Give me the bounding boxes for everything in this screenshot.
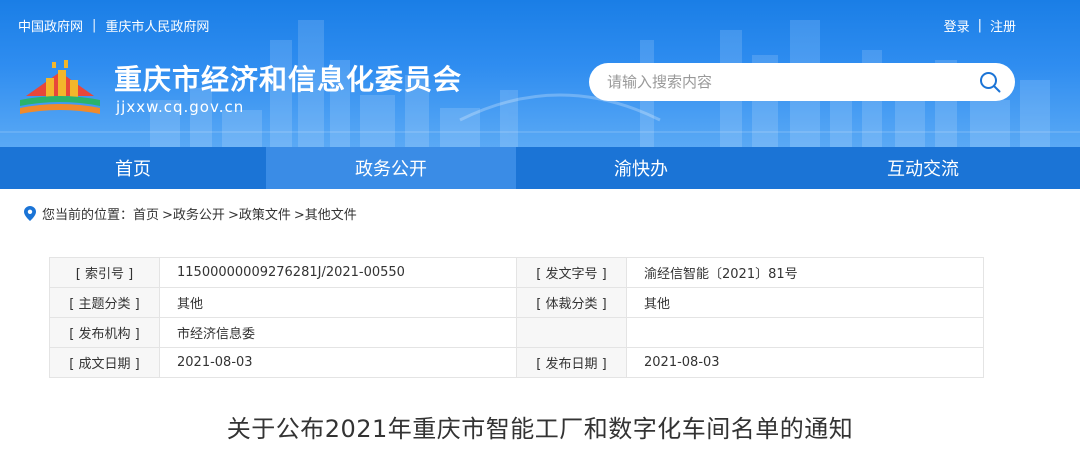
breadcrumb-policy-documents[interactable]: >政策文件	[228, 204, 291, 223]
site-title: 重庆市经济和信息化委员会	[114, 63, 463, 96]
value-genre-category: 其他	[626, 287, 984, 318]
nav-interaction[interactable]: 互动交流	[766, 147, 1080, 189]
breadcrumb-government-affairs[interactable]: >政务公开	[162, 204, 225, 223]
nav-yukuaiban[interactable]: 渝快办	[516, 147, 766, 189]
table-row: [ 主题分类 ] 其他 [ 体裁分类 ] 其他	[49, 287, 984, 318]
empty-value	[626, 317, 984, 348]
label-genre-category: [ 体裁分类 ]	[516, 287, 627, 318]
site-header: 中国政府网 | 重庆市人民政府网 登录 | 注册 重庆市经济和信息化委员会 jj…	[0, 0, 1080, 147]
register-link[interactable]: 注册	[990, 16, 1016, 35]
document-info-table: [ 索引号 ] 11500000009276281J/2021-00550 [ …	[49, 257, 984, 378]
value-topic-category: 其他	[159, 287, 517, 318]
label-publish-date: [ 发布日期 ]	[516, 347, 627, 378]
location-pin-icon	[24, 206, 36, 221]
login-link[interactable]: 登录	[944, 16, 970, 35]
link-chongqing-gov[interactable]: 重庆市人民政府网	[105, 16, 209, 35]
search-input[interactable]	[607, 73, 947, 91]
separator: |	[977, 18, 982, 33]
value-written-date: 2021-08-03	[159, 347, 517, 378]
document-title: 关于公布2021年重庆市智能工厂和数字化车间名单的通知	[226, 415, 854, 443]
label-index-number: [ 索引号 ]	[49, 257, 160, 288]
nav-home[interactable]: 首页	[0, 147, 266, 189]
auth-links: 登录 | 注册	[944, 16, 1016, 35]
label-written-date: [ 成文日期 ]	[49, 347, 160, 378]
nav-government-affairs[interactable]: 政务公开	[266, 147, 516, 189]
table-row: [ 索引号 ] 11500000009276281J/2021-00550 [ …	[49, 257, 984, 288]
breadcrumb-prefix: 您当前的位置：	[42, 208, 134, 223]
breadcrumb: 您当前的位置： 首页 >政务公开 >政策文件 >其他文件	[24, 204, 360, 223]
site-domain: jjxxw.cq.gov.cn	[116, 98, 245, 116]
top-links: 中国政府网 | 重庆市人民政府网	[18, 16, 209, 35]
label-publisher: [ 发布机构 ]	[49, 317, 160, 348]
logo-icon[interactable]	[20, 56, 100, 114]
value-document-number: 渝经信智能〔2021〕81号	[626, 257, 984, 288]
value-publish-date: 2021-08-03	[626, 347, 984, 378]
table-row: [ 发布机构 ] 市经济信息委	[49, 317, 984, 348]
value-index-number: 11500000009276281J/2021-00550	[159, 257, 517, 288]
breadcrumb-home[interactable]: 首页	[133, 204, 159, 223]
main-nav: 首页 政务公开 渝快办 互动交流	[0, 147, 1080, 189]
separator: |	[92, 18, 97, 33]
label-topic-category: [ 主题分类 ]	[49, 287, 160, 318]
link-china-gov[interactable]: 中国政府网	[18, 16, 83, 35]
search-icon[interactable]	[979, 71, 1001, 93]
table-row: [ 成文日期 ] 2021-08-03 [ 发布日期 ] 2021-08-03	[49, 347, 984, 378]
empty-label	[516, 317, 627, 348]
breadcrumb-other-documents[interactable]: >其他文件	[294, 204, 357, 223]
search-box	[589, 63, 1015, 101]
value-publisher: 市经济信息委	[159, 317, 517, 348]
label-document-number: [ 发文字号 ]	[516, 257, 627, 288]
